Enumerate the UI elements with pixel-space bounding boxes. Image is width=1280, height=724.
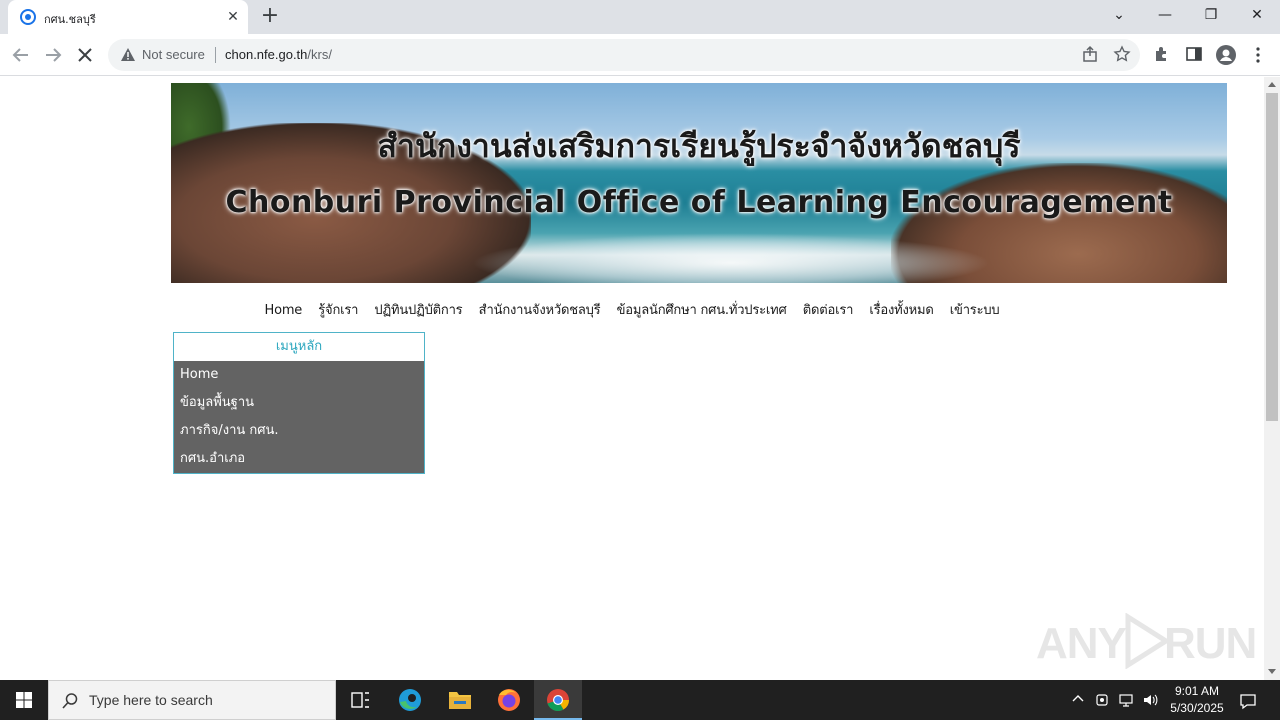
nav-link-provincial-office[interactable]: สำนักงานจังหวัดชลบุรี [479, 303, 601, 318]
clock-date: 5/30/2025 [1170, 701, 1224, 715]
tray-overflow-chevron-icon[interactable] [1070, 692, 1086, 708]
network-icon[interactable] [1118, 692, 1134, 708]
edge-browser-icon[interactable] [386, 680, 434, 720]
address-bar[interactable]: Not secure chon.nfe.go.th/krs/ [108, 39, 1140, 71]
meet-now-icon[interactable] [1095, 692, 1111, 708]
main-menu-list: Home ข้อมูลพื้นฐาน ภารกิจ/งาน กศน. กศน.อ… [174, 361, 424, 473]
url-path: /krs/ [307, 47, 332, 62]
page-viewport: สำนักงานส่งเสริมการเรียนรู้ประจำจังหวัดช… [0, 77, 1264, 680]
site-banner: สำนักงานส่งเสริมการเรียนรู้ประจำจังหวัดช… [171, 83, 1227, 283]
nav-link-contact[interactable]: ติดต่อเรา [803, 303, 854, 318]
nav-link-all-stories[interactable]: เรื่องทั้งหมด [869, 303, 933, 318]
bookmark-star-icon[interactable] [1112, 45, 1132, 65]
taskbar-search-placeholder: Type here to search [89, 692, 213, 708]
watermark-any-text: ANY [1036, 619, 1127, 668]
page-scrollbar[interactable] [1264, 77, 1280, 680]
firefox-icon[interactable] [485, 680, 533, 720]
menu-item-basic-info[interactable]: ข้อมูลพื้นฐาน [174, 389, 424, 417]
minimize-button[interactable]: — [1152, 4, 1178, 26]
menu-item-home[interactable]: Home [174, 361, 424, 389]
stop-loading-icon[interactable] [73, 43, 97, 67]
restore-button[interactable]: ❐ [1198, 4, 1224, 26]
nav-link-calendar[interactable]: ปฏิทินปฏิบัติการ [374, 303, 462, 318]
browser-tab-active[interactable]: กศน.ชลบุรี ✕ [8, 0, 248, 34]
close-window-button[interactable]: ✕ [1244, 4, 1270, 26]
menu-item-district-offices[interactable]: กศน.อำเภอ [174, 445, 424, 473]
warning-icon[interactable] [120, 47, 136, 63]
new-tab-button[interactable]: + [258, 5, 282, 29]
task-view-icon[interactable] [336, 680, 384, 720]
windows-start-icon[interactable] [0, 680, 48, 720]
main-menu-heading: เมนูหลัก [275, 339, 323, 354]
site-favicon-icon [20, 9, 36, 25]
side-panel-icon[interactable] [1184, 45, 1204, 65]
share-icon[interactable] [1080, 45, 1100, 65]
file-explorer-icon[interactable] [436, 680, 484, 720]
search-icon [61, 692, 79, 710]
volume-icon[interactable] [1142, 692, 1158, 708]
windows-taskbar: Type here to search 9:01 AM 5/30/2025 [0, 680, 1280, 720]
main-menu-panel: เมนูหลัก Home ข้อมูลพื้นฐาน ภารกิจ/งาน ก… [173, 332, 425, 474]
clock-time: 9:01 AM [1174, 684, 1220, 698]
banner-wave-foam-shape [471, 233, 991, 283]
url-host: chon.nfe.go.th [225, 47, 308, 62]
profile-avatar-icon[interactable] [1216, 45, 1236, 65]
browser-toolbar: Not secure chon.nfe.go.th/krs/ [0, 34, 1280, 76]
back-arrow-icon[interactable] [9, 43, 33, 67]
chrome-taskbar-icon[interactable] [534, 680, 582, 720]
taskbar-search-box[interactable]: Type here to search [48, 680, 336, 720]
nav-link-student-data[interactable]: ข้อมูลนักศึกษา กศน.ทั่วประเทศ [617, 303, 787, 318]
nav-link-about[interactable]: รู้จักเรา [318, 303, 358, 318]
banner-title-english: Chonburi Provincial Office of Learning E… [225, 185, 1173, 220]
tab-close-icon[interactable]: ✕ [224, 8, 242, 26]
taskbar-clock[interactable]: 9:01 AM 5/30/2025 [1162, 683, 1232, 717]
nav-link-home[interactable]: Home [265, 303, 303, 318]
tab-search-button[interactable]: ⌄ [1106, 4, 1132, 26]
notification-center-icon[interactable] [1239, 692, 1256, 710]
scrollbar-thumb[interactable] [1266, 93, 1278, 421]
chrome-menu-icon[interactable] [1248, 45, 1268, 65]
extensions-puzzle-icon[interactable] [1152, 45, 1172, 65]
scroll-up-arrow-icon[interactable] [1268, 82, 1276, 87]
tab-title: กศน.ชลบุรี [44, 13, 96, 26]
url-text[interactable]: chon.nfe.go.th/krs/ [225, 47, 332, 62]
menu-item-missions[interactable]: ภารกิจ/งาน กศน. [174, 417, 424, 445]
omnibox-divider [215, 47, 216, 63]
banner-title-thai: สำนักงานส่งเสริมการเรียนรู้ประจำจังหวัดช… [377, 127, 1021, 165]
scroll-down-arrow-icon[interactable] [1268, 669, 1276, 674]
watermark-run-text: RUN [1164, 619, 1257, 668]
anyrun-watermark: ANY RUN [1036, 607, 1257, 671]
security-label[interactable]: Not secure [142, 47, 205, 62]
browser-tabstrip: กศน.ชลบุรี ✕ + ⌄ — ❐ ✕ [0, 0, 1280, 34]
main-navigation: Home รู้จักเรา ปฏิทินปฏิบัติการ สำนักงาน… [0, 299, 1264, 319]
forward-arrow-icon[interactable] [41, 43, 65, 67]
nav-link-login[interactable]: เข้าระบบ [950, 303, 1000, 318]
